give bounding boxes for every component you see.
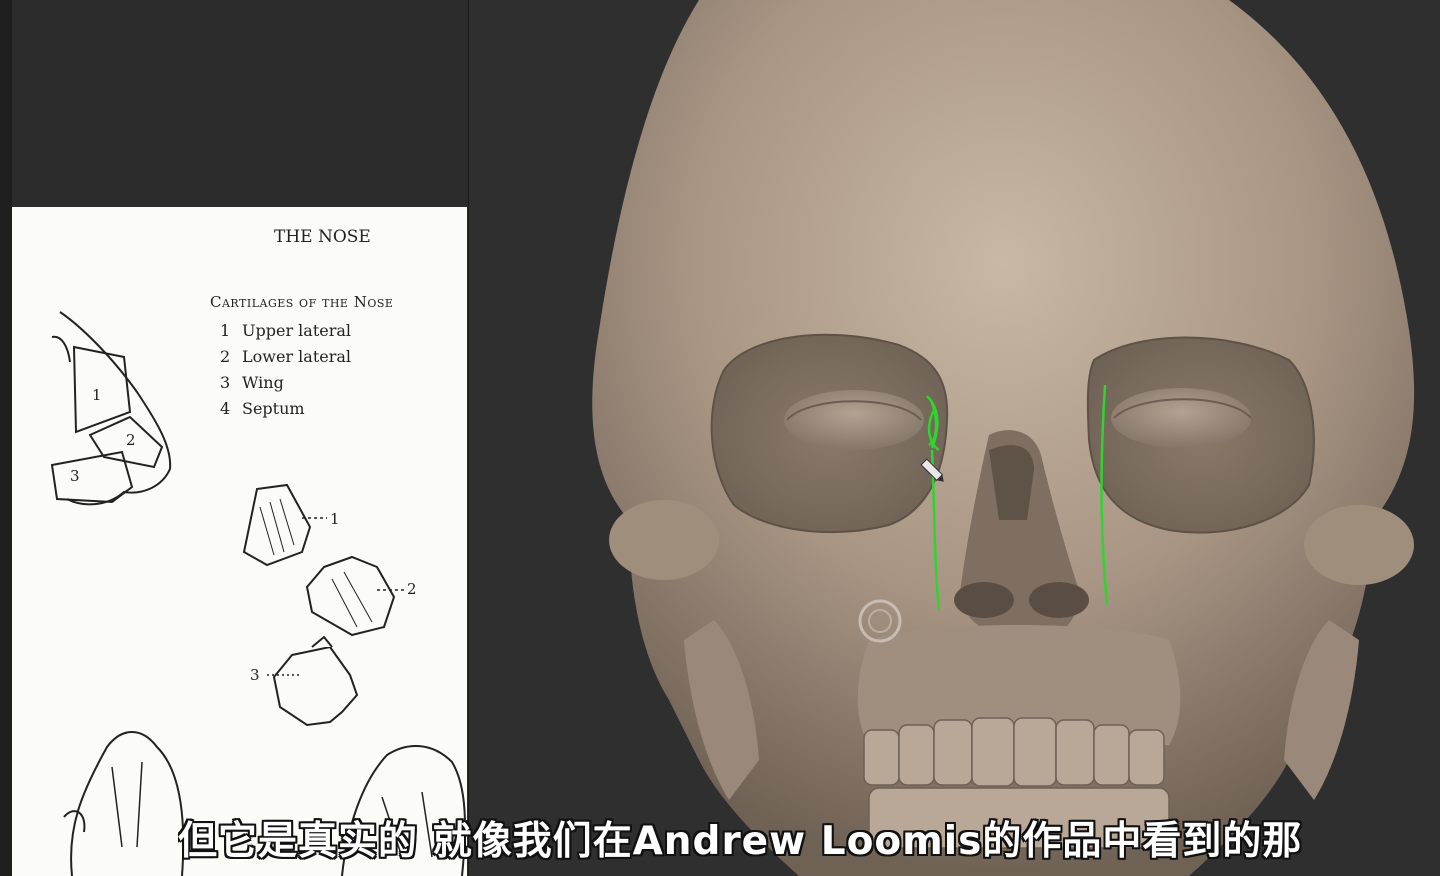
nose-cartilage-sketches: 1 2 3 1 2 3 [50, 311, 466, 876]
callout-2-exploded: 2 [407, 580, 417, 598]
left-cheekbone [609, 500, 719, 580]
reference-image-panel: THE NOSE Cartilages of the Nose 1 Upper l… [12, 0, 469, 876]
3d-sculpt-viewport[interactable] [469, 0, 1440, 876]
left-edge-strip [0, 0, 12, 876]
callout-2-profile: 2 [126, 431, 136, 449]
callout-1-exploded: 1 [330, 510, 340, 528]
nose-bottom-view-left [63, 731, 185, 876]
upper-lateral-sketch [242, 483, 312, 567]
right-eyeball [1111, 388, 1251, 448]
subtitle-caption: 但它是真实的 就像我们在Andrew Loomis的作品中看到的那 [178, 819, 1303, 862]
lower-lateral-sketch [305, 555, 396, 637]
callout-1-profile: 1 [92, 386, 102, 404]
reference-book-page: THE NOSE Cartilages of the Nose 1 Upper l… [12, 207, 467, 876]
wing-sketch [272, 635, 359, 727]
skull-model [592, 0, 1415, 876]
callout-3-profile: 3 [70, 467, 80, 485]
left-eyeball [784, 390, 924, 450]
video-frame: THE NOSE Cartilages of the Nose 1 Upper l… [0, 0, 1440, 876]
callout-3-exploded: 3 [250, 666, 260, 684]
right-cheekbone [1304, 505, 1414, 585]
